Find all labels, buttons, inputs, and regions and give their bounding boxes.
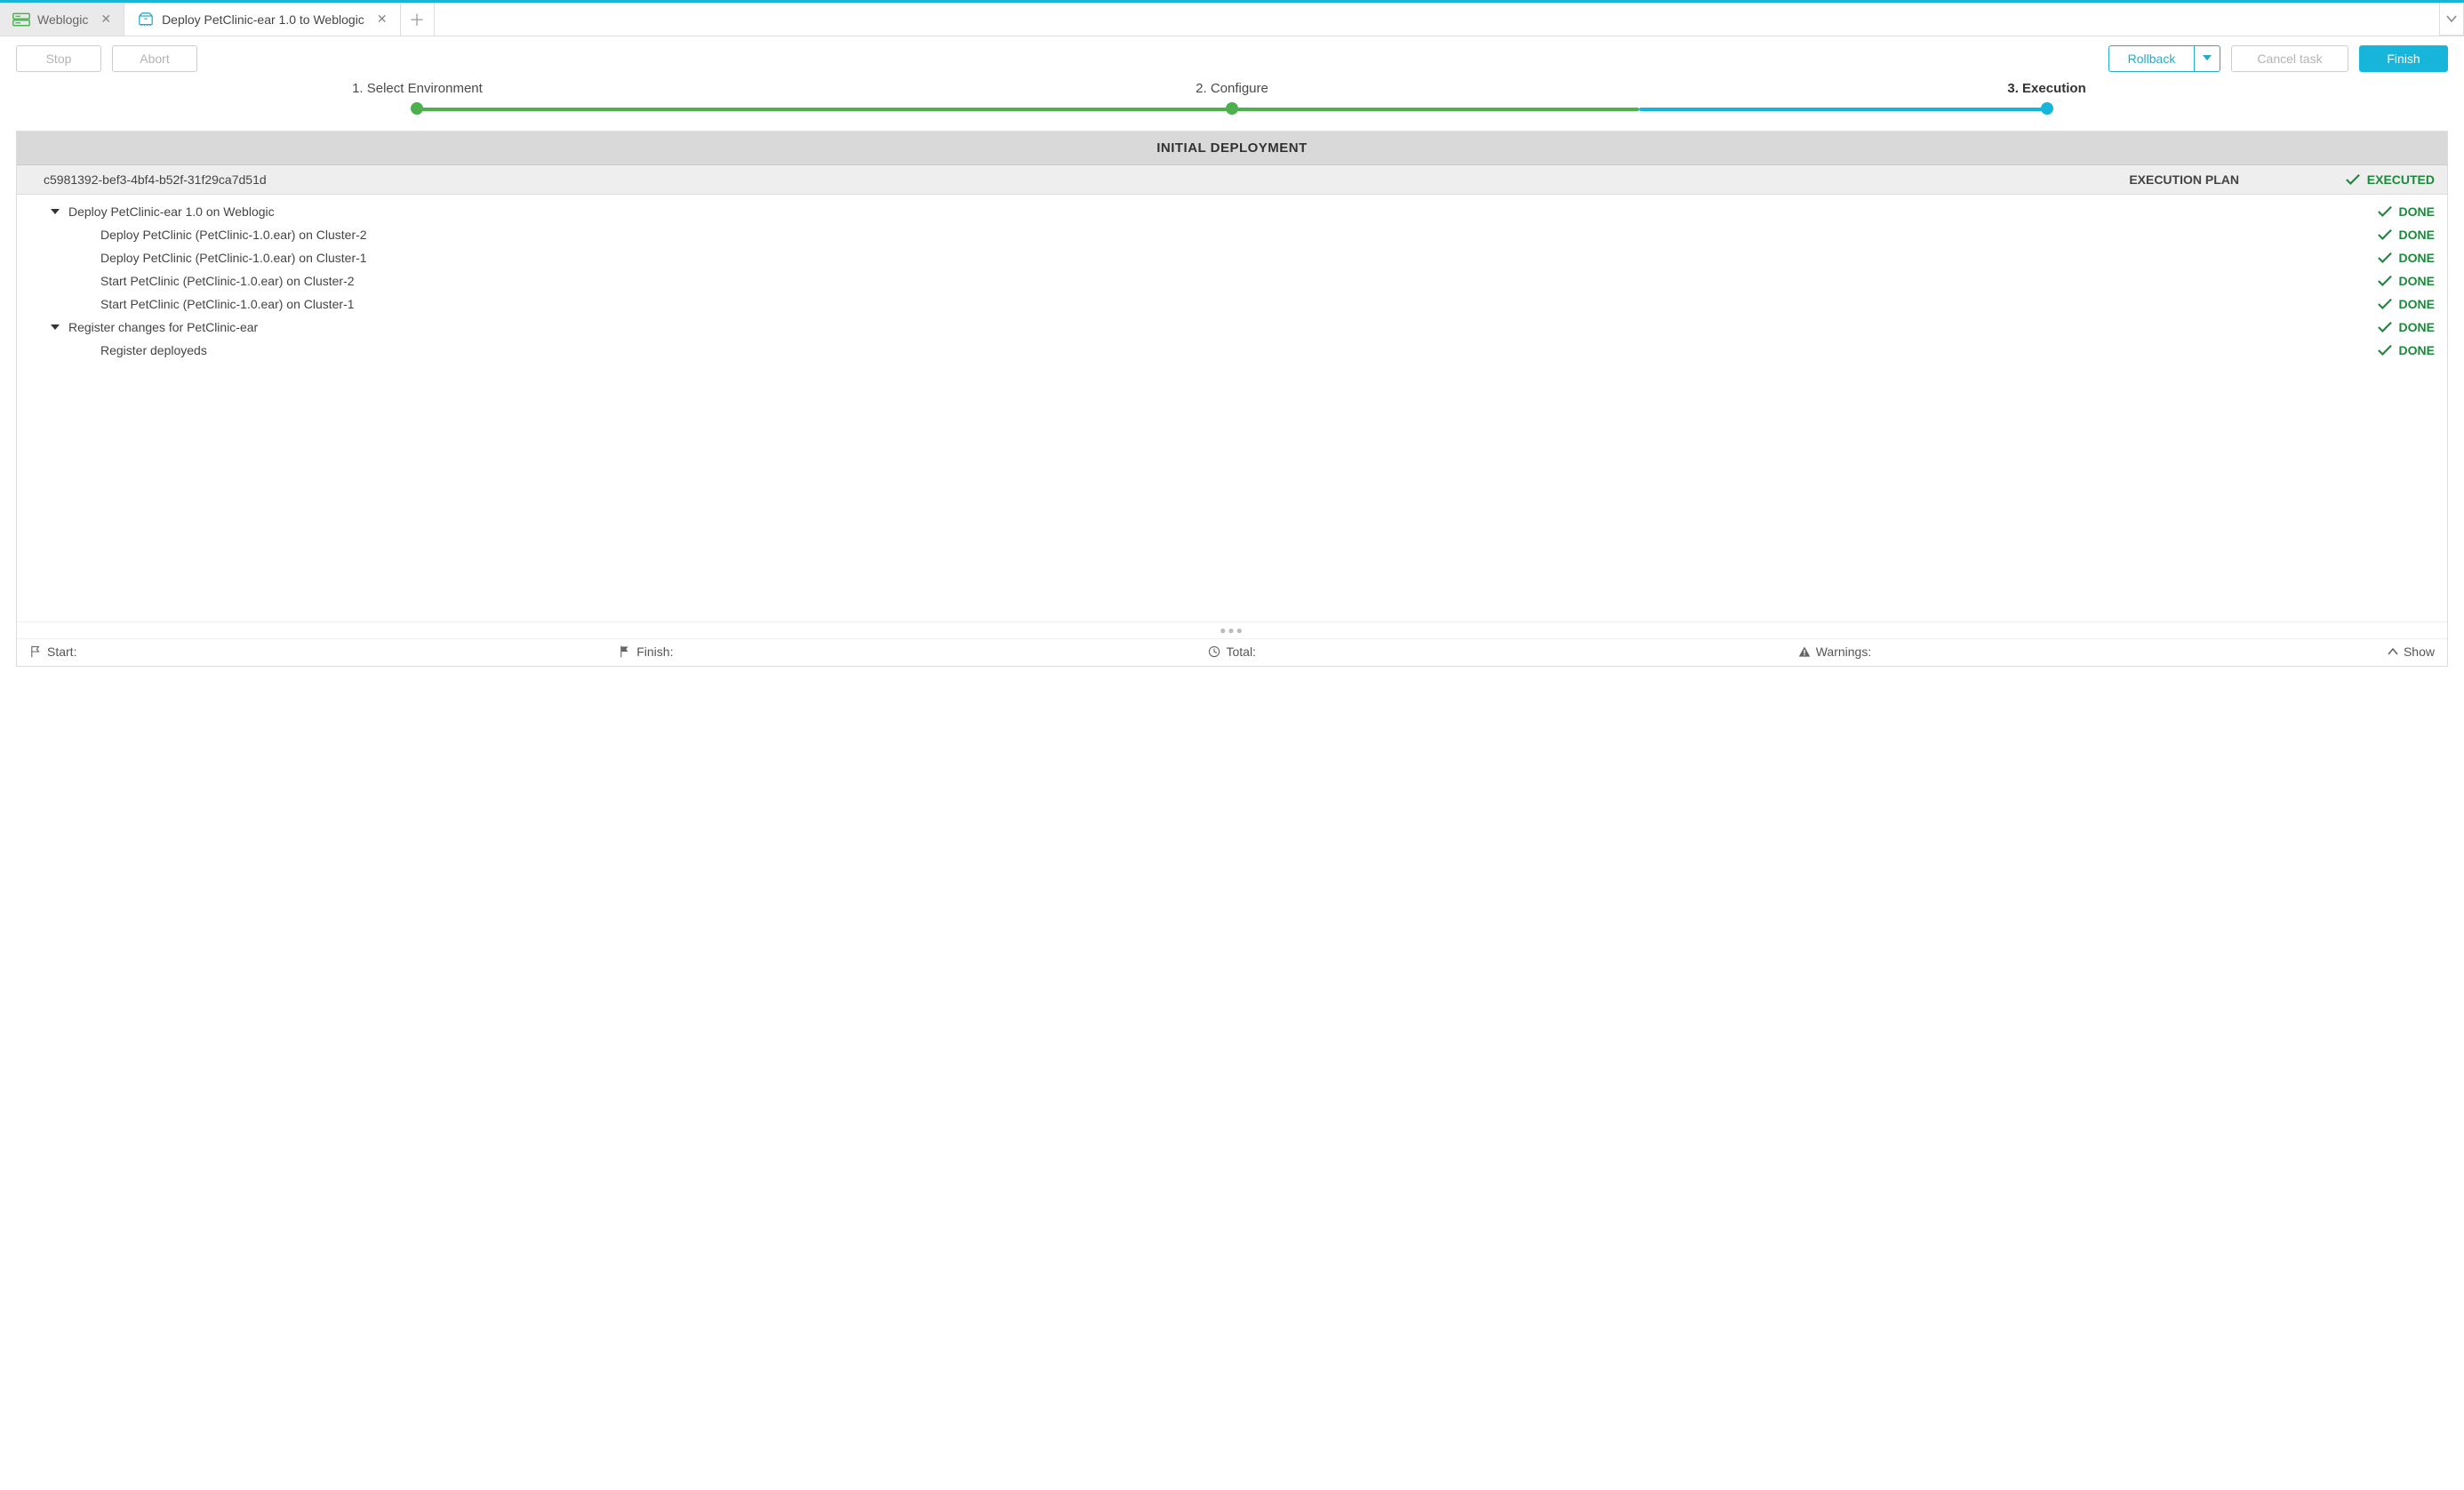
tree-row-label: Deploy PetClinic (PetClinic-1.0.ear) on … [100, 251, 367, 265]
summary-footer: Start: Finish: Total: Warnings: [17, 638, 2447, 666]
tree-row-label: Register changes for PetClinic-ear [68, 320, 258, 334]
chevron-down-icon [2446, 14, 2457, 23]
tree-row[interactable]: Start PetClinic (PetClinic-1.0.ear) on C… [17, 269, 2447, 292]
step-1-label: 1. Select Environment [352, 81, 483, 96]
finish-button[interactable]: Finish [2359, 45, 2448, 72]
rollback-split-button: Rollback [2108, 45, 2220, 72]
execution-header: c5981392-bef3-4bf4-b52f-31f29ca7d51d EXE… [17, 165, 2447, 195]
deployment-banner: INITIAL DEPLOYMENT [17, 132, 2447, 165]
tree-row[interactable]: Deploy PetClinic (PetClinic-1.0.ear) on … [17, 223, 2447, 246]
close-icon[interactable]: ✕ [377, 12, 388, 27]
clock-icon [1208, 645, 1220, 658]
step-3-label: 3. Execution [2007, 81, 2085, 96]
row-status: DONE [2239, 297, 2435, 311]
wizard-stepper: 1. Select Environment 2. Configure 3. Ex… [16, 77, 2448, 122]
flag-icon [619, 645, 631, 658]
row-status: DONE [2239, 228, 2435, 242]
tabs-overflow-dropdown[interactable] [2439, 3, 2464, 36]
tree-row[interactable]: Deploy PetClinic-ear 1.0 on Weblogic DONE [17, 200, 2447, 223]
footer-start: Start: [29, 645, 619, 659]
flag-outline-icon [29, 645, 42, 658]
tab-label: Weblogic [37, 12, 88, 27]
tree-row-label: Start PetClinic (PetClinic-1.0.ear) on C… [100, 297, 355, 311]
tree-row[interactable]: Start PetClinic (PetClinic-1.0.ear) on C… [17, 292, 2447, 316]
resize-handle[interactable]: ●●● [17, 621, 2447, 638]
tab-deploy[interactable]: Deploy PetClinic-ear 1.0 to Weblogic ✕ [124, 3, 400, 36]
footer-total: Total: [1208, 645, 1797, 659]
caret-down-icon[interactable] [51, 209, 60, 214]
caret-down-icon[interactable] [51, 324, 60, 330]
package-icon [137, 12, 155, 27]
footer-show-toggle[interactable]: Show [2388, 645, 2435, 659]
check-icon [2378, 320, 2392, 334]
row-status: DONE [2239, 251, 2435, 265]
execution-panel: INITIAL DEPLOYMENT c5981392-bef3-4bf4-b5… [16, 131, 2448, 667]
execution-tree: Deploy PetClinic-ear 1.0 on Weblogic DONE… [17, 195, 2447, 621]
check-icon [2378, 251, 2392, 265]
tree-row-label: Register deployeds [100, 343, 207, 357]
tree-row[interactable]: Register deployeds DONE [17, 339, 2447, 362]
row-status: DONE [2239, 343, 2435, 357]
cancel-task-button[interactable]: Cancel task [2231, 45, 2348, 72]
new-tab-button[interactable]: ＋ [401, 3, 435, 36]
check-icon [2378, 228, 2392, 242]
check-icon [2378, 204, 2392, 219]
stop-button[interactable]: Stop [16, 45, 101, 72]
tab-label: Deploy PetClinic-ear 1.0 to Weblogic [162, 12, 364, 27]
footer-finish: Finish: [619, 645, 1208, 659]
execution-plan-title: EXECUTION PLAN [2129, 172, 2239, 187]
row-status: DONE [2239, 320, 2435, 334]
execution-status: EXECUTED [2239, 172, 2435, 187]
tabs-row: Weblogic ✕ Deploy PetClinic-ear 1.0 to W… [0, 3, 2464, 36]
tree-row[interactable]: Register changes for PetClinic-ear DONE [17, 316, 2447, 339]
server-icon [12, 12, 30, 27]
check-icon [2346, 172, 2360, 187]
warning-icon [1798, 645, 1811, 658]
row-status: DONE [2239, 204, 2435, 219]
check-icon [2378, 274, 2392, 288]
action-bar: Stop Abort Rollback Cancel task Finish [0, 36, 2464, 77]
tree-row-label: Deploy PetClinic (PetClinic-1.0.ear) on … [100, 228, 367, 242]
tree-row-label: Deploy PetClinic-ear 1.0 on Weblogic [68, 204, 275, 219]
row-status: DONE [2239, 274, 2435, 288]
tab-weblogic[interactable]: Weblogic ✕ [0, 3, 124, 36]
step-2-label: 2. Configure [1196, 81, 1268, 96]
close-icon[interactable]: ✕ [100, 12, 111, 27]
abort-button[interactable]: Abort [112, 45, 197, 72]
check-icon [2378, 343, 2392, 357]
rollback-button[interactable]: Rollback [2108, 45, 2194, 72]
tree-row[interactable]: Deploy PetClinic (PetClinic-1.0.ear) on … [17, 246, 2447, 269]
footer-warnings: Warnings: [1798, 645, 2388, 659]
chevron-up-icon [2388, 647, 2398, 656]
execution-id: c5981392-bef3-4bf4-b52f-31f29ca7d51d [44, 172, 2129, 187]
caret-down-icon [2203, 55, 2212, 62]
rollback-dropdown[interactable] [2194, 45, 2220, 72]
check-icon [2378, 297, 2392, 311]
tree-row-label: Start PetClinic (PetClinic-1.0.ear) on C… [100, 274, 355, 288]
